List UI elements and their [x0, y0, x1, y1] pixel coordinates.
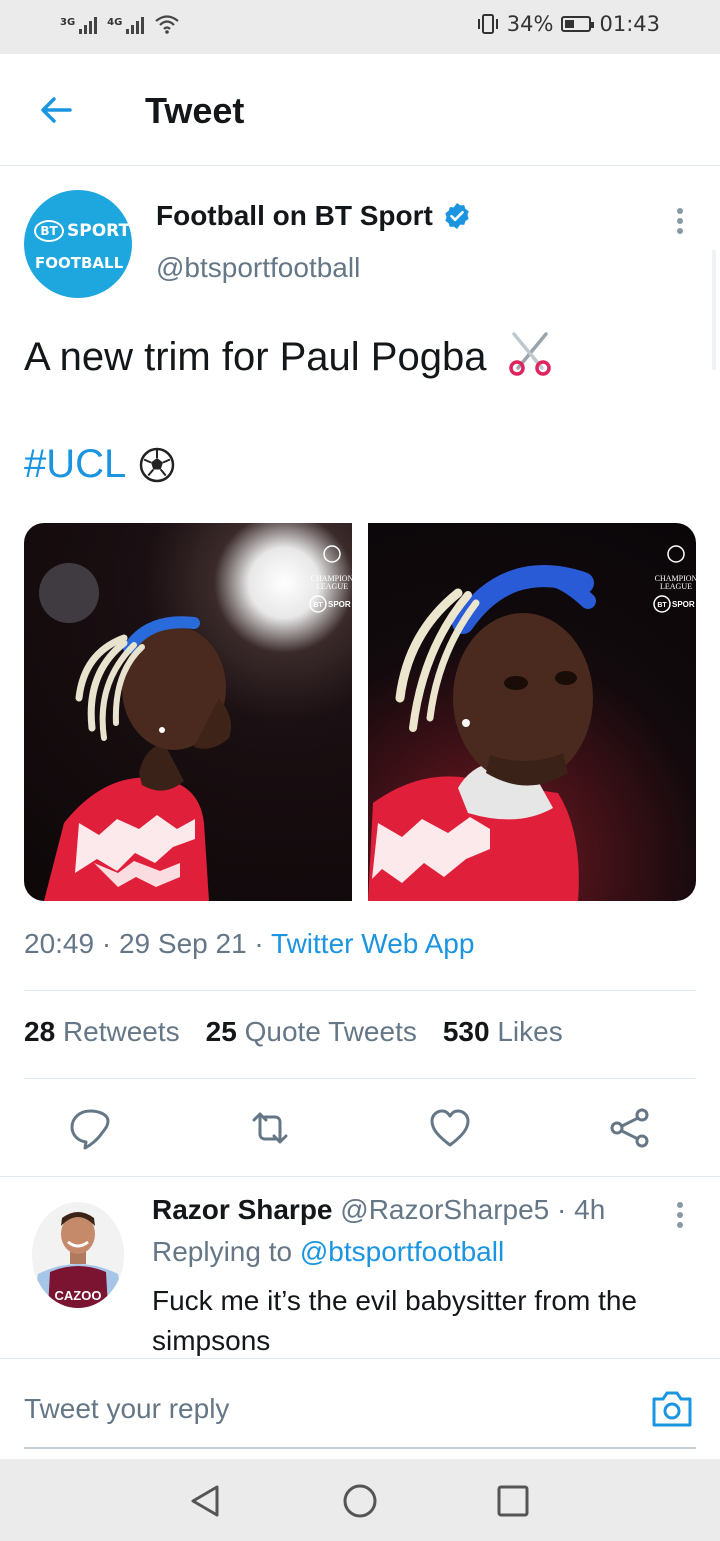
nav-back-icon[interactable]	[186, 1481, 226, 1521]
status-right: 34% 01:43	[477, 12, 660, 36]
watermark-sport: SPOR	[328, 600, 351, 609]
reply-more-options-icon[interactable]	[670, 1198, 690, 1238]
author-name[interactable]: Football on BT Sport	[156, 200, 433, 232]
nav-home-icon[interactable]	[340, 1481, 380, 1521]
watermark-bt: BT	[313, 602, 323, 609]
quote-tweets-stat[interactable]: 25 Quote Tweets	[206, 1016, 417, 1048]
reply-text: Fuck me it’s the evil babysitter from th…	[152, 1285, 637, 1356]
signal-icon: 4G	[107, 17, 145, 34]
like-heart-icon[interactable]	[428, 1106, 472, 1150]
tweet-photo-1[interactable]: CHAMPION LEAGUE BT SPOR	[24, 523, 352, 901]
reply-input-underline	[24, 1447, 696, 1449]
watermark-line2: LEAGUE	[316, 582, 348, 591]
system-nav-bar	[0, 1459, 720, 1541]
reply-author-name[interactable]: Razor Sharpe	[152, 1194, 333, 1225]
reply-author-handle[interactable]: @RazorSharpe5	[340, 1194, 549, 1225]
network-type: 3G	[60, 17, 76, 28]
avatar-shirt-text: CAZOO	[55, 1288, 102, 1303]
scissors-icon	[508, 332, 551, 376]
divider	[24, 990, 696, 991]
scroll-indicator	[712, 250, 716, 370]
back-arrow-icon[interactable]	[36, 90, 76, 130]
ucl-watermark: CHAMPION LEAGUE BT SPOR	[309, 545, 352, 613]
tweet-text: A new trim for Paul Pogba	[24, 335, 487, 379]
signal-icon: 3G	[60, 17, 98, 34]
author-name-row[interactable]: Football on BT Sport	[156, 200, 471, 232]
verified-badge-icon	[445, 203, 469, 229]
reply-input[interactable]: Tweet your reply	[24, 1393, 229, 1425]
reply-time: 4h	[574, 1194, 606, 1225]
wifi-icon	[155, 15, 180, 34]
hashtag-link[interactable]: #UCL	[24, 442, 126, 487]
replying-to-mention[interactable]: @btsportfootball	[300, 1236, 504, 1267]
author-handle[interactable]: @btsportfootball	[156, 252, 360, 284]
tweet-text-line: A new trim for Paul Pogba	[24, 328, 554, 380]
share-icon[interactable]	[608, 1106, 652, 1150]
battery-icon	[561, 16, 595, 32]
camera-icon[interactable]	[650, 1389, 694, 1429]
tweet-photo-2[interactable]: CHAMPION LEAGUE BT SPOR	[368, 523, 696, 901]
avatar-subtitle: FOOTBALL	[35, 254, 124, 272]
ucl-watermark: CHAMPION LEAGUE BT SPOR	[653, 545, 696, 613]
watermark-bt: BT	[657, 602, 667, 609]
status-bar: 3G 4G 34% 01:43	[0, 0, 720, 54]
watermark-line2: LEAGUE	[660, 582, 692, 591]
battery-percent: 34%	[506, 12, 554, 36]
avatar-logo: BT SPORT	[34, 220, 130, 242]
reply-author-avatar[interactable]: CAZOO	[32, 1202, 124, 1308]
hashtag-line: #UCL	[24, 442, 176, 487]
soccer-ball-icon	[140, 447, 175, 482]
likes-stat[interactable]: 530 Likes	[443, 1016, 563, 1048]
network-type: 4G	[107, 17, 123, 28]
reply-composer: Tweet your reply	[0, 1358, 720, 1458]
status-left: 3G 4G	[60, 14, 180, 34]
tweet-source-link[interactable]: Twitter Web App	[271, 928, 474, 959]
divider	[24, 1078, 696, 1079]
reply-header: Razor Sharpe @RazorSharpe5 · 4h	[152, 1194, 606, 1225]
retweet-icon[interactable]	[248, 1106, 292, 1150]
top-bar: Tweet	[0, 54, 720, 166]
divider	[0, 1176, 720, 1177]
vibrate-icon	[477, 14, 498, 34]
replying-to: Replying to @btsportfootball	[152, 1236, 505, 1267]
page-title: Tweet	[145, 90, 245, 131]
tweet-stats: 28 Retweets 25 Quote Tweets 530 Likes	[24, 1016, 563, 1048]
tweet-date: 29 Sep 21	[118, 928, 247, 959]
more-options-icon[interactable]	[670, 204, 690, 244]
tweet-time: 20:49	[24, 928, 95, 959]
watermark-sport: SPOR	[672, 600, 695, 609]
retweets-stat[interactable]: 28 Retweets	[24, 1016, 180, 1048]
author-avatar[interactable]: BT SPORT FOOTBALL	[24, 190, 132, 298]
nav-recents-icon[interactable]	[493, 1481, 533, 1521]
reply-icon[interactable]	[68, 1106, 112, 1150]
tweet-meta: 20:49 · 29 Sep 21 · Twitter Web App	[24, 928, 475, 959]
clock: 01:43	[599, 12, 660, 36]
